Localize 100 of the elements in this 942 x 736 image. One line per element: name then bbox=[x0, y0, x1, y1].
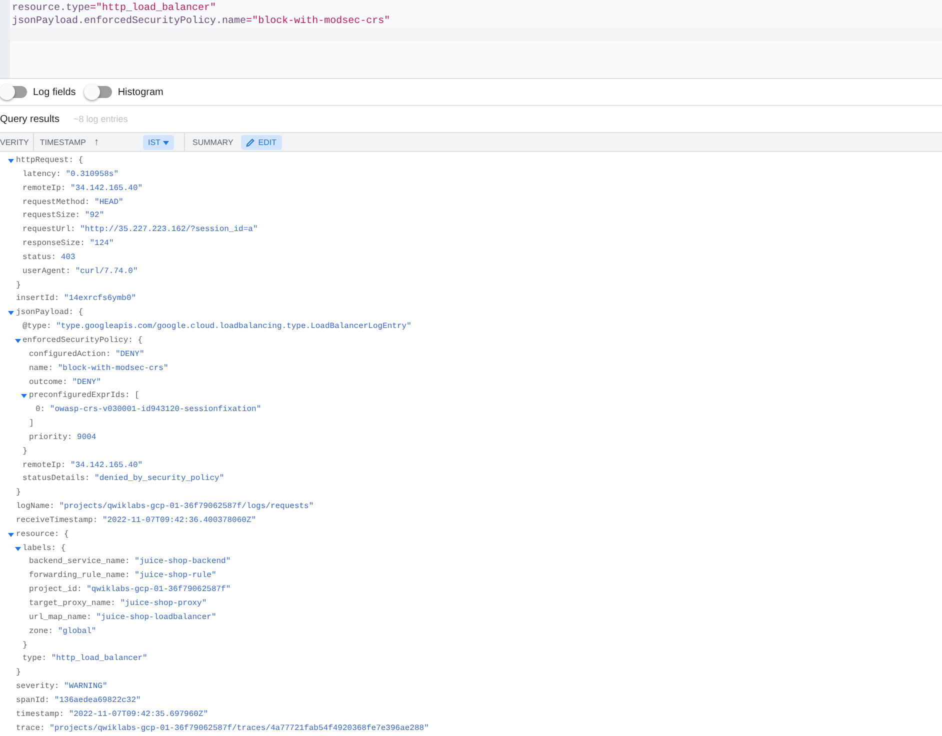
field-key: responseSize: bbox=[22, 237, 85, 251]
results-title: Query results bbox=[0, 114, 60, 124]
field-value: "projects/qwiklabs-gcp-01-36f79062587f/logs/requests" bbox=[59, 501, 314, 514]
close-bracket: } bbox=[22, 446, 28, 458]
field-value: 403 bbox=[60, 252, 76, 264]
field-value: "http_load_balancer" bbox=[51, 653, 148, 666]
field-key: forwarding_rule_name: bbox=[29, 569, 130, 584]
field-value: "WARNING" bbox=[64, 681, 108, 694]
close-bracket: } bbox=[16, 487, 21, 500]
field-key: zone: bbox=[29, 624, 54, 639]
caret-down-icon[interactable] bbox=[14, 338, 20, 343]
field-value: "HEAD" bbox=[94, 196, 124, 209]
field-value: "juice-shop-proxy" bbox=[120, 598, 207, 610]
field-value: "0.310958s" bbox=[66, 168, 119, 181]
close-bracket: } bbox=[16, 280, 21, 292]
field-key: project_id: bbox=[29, 583, 82, 597]
field-key: latency: bbox=[22, 168, 61, 182]
field-key: timestamp: bbox=[16, 708, 64, 722]
query-field: resource.type bbox=[12, 3, 90, 14]
field-key: severity: bbox=[16, 680, 60, 694]
caret-down-icon bbox=[162, 140, 169, 144]
field-key: insertId: bbox=[16, 292, 60, 306]
field-key: userAgent: bbox=[22, 264, 71, 279]
edit-button[interactable]: EDIT bbox=[241, 134, 282, 150]
entry-count: ~8 log entries bbox=[73, 114, 128, 124]
field-value: "juice-shop-rule" bbox=[134, 570, 216, 582]
toggle-switch[interactable]: Log fields bbox=[1, 86, 76, 98]
field-key: requestMethod: bbox=[22, 196, 90, 210]
field-key: jsonPayload: bbox=[16, 306, 74, 320]
field-value: "juice-shop-backend" bbox=[134, 556, 231, 568]
field-key: type: bbox=[22, 652, 47, 666]
open-bracket: [ bbox=[134, 390, 140, 402]
column-header[interactable]: VERITY bbox=[0, 138, 33, 146]
query-editor[interactable]: resource.type="http_load_balancer" jsonPayload.enforcedSecurityPolicy.name="block-with-modsec-crs" bbox=[0, 0, 942, 79]
field-value: "http://35.227.223.162/?session_id=a" bbox=[80, 224, 258, 236]
field-key: priority: bbox=[29, 430, 72, 445]
field-key: requestSize: bbox=[22, 209, 80, 224]
field-key: name: bbox=[29, 362, 54, 376]
field-key: requestUrl: bbox=[22, 223, 76, 238]
caret-down-icon[interactable] bbox=[8, 532, 14, 537]
open-bracket: { bbox=[60, 542, 66, 555]
open-bracket: { bbox=[78, 155, 84, 167]
field-key: target_proxy_name: bbox=[29, 597, 116, 611]
field-key: configuredAction: bbox=[29, 348, 111, 362]
field-value: "owasp-crs-v030001-id943120-sessionfixation" bbox=[50, 404, 262, 416]
field-key: url_map_name: bbox=[29, 610, 92, 625]
field-value: "global" bbox=[58, 626, 96, 638]
close-bracket: } bbox=[16, 667, 21, 680]
open-bracket: { bbox=[78, 307, 84, 320]
field-key: remoteIp: bbox=[22, 458, 66, 472]
field-key: 0: bbox=[36, 403, 46, 418]
field-key: httpRequest: bbox=[16, 154, 74, 168]
query-operator: = bbox=[90, 3, 96, 14]
field-key: receiveTimestamp: bbox=[16, 514, 98, 528]
field-key: trace: bbox=[16, 722, 45, 736]
field-key: backend_service_name: bbox=[29, 555, 130, 570]
field-key: statusDetails: bbox=[22, 472, 90, 486]
open-bracket: { bbox=[138, 334, 143, 347]
query-value: "http_load_balancer" bbox=[96, 3, 216, 14]
field-value: "DENY" bbox=[72, 376, 102, 388]
field-value: "34.142.165.40" bbox=[70, 460, 143, 472]
column-header[interactable]: TIMESTAMP bbox=[34, 138, 90, 146]
field-value: "block-with-modsec-crs" bbox=[58, 362, 168, 375]
open-bracket: { bbox=[64, 528, 69, 541]
field-value: "projects/qwiklabs-gcp-01-36f79062587f/traces/4a77721fab54f4920368fe7e396ae288" bbox=[50, 722, 429, 735]
field-key: preconfiguredExprIds: bbox=[29, 389, 130, 404]
field-value: "34.142.165.40" bbox=[70, 182, 143, 195]
field-key: enforcedSecurityPolicy: bbox=[22, 334, 133, 348]
close-bracket: ] bbox=[29, 418, 34, 430]
close-bracket: } bbox=[22, 640, 28, 652]
field-value: "2022-11-07T09:42:35.697960Z" bbox=[68, 708, 208, 721]
caret-down-icon[interactable] bbox=[21, 394, 27, 398]
column-header[interactable]: SUMMARY bbox=[184, 138, 238, 146]
field-value: "124" bbox=[90, 238, 114, 250]
field-value: "92" bbox=[84, 210, 104, 222]
caret-down-icon[interactable] bbox=[14, 546, 20, 551]
field-key: status: bbox=[22, 250, 56, 265]
pencil-icon bbox=[246, 138, 256, 146]
query-field: jsonPayload.enforcedSecurityPolicy.name bbox=[12, 16, 246, 27]
sort-arrow[interactable]: ↑ bbox=[90, 136, 103, 148]
field-key: spanId: bbox=[16, 694, 50, 708]
field-key: remoteIp: bbox=[22, 182, 66, 196]
query-operator: = bbox=[246, 16, 252, 27]
field-value: "juice-shop-loadbalancer" bbox=[96, 612, 216, 624]
field-value: "type.googleapis.com/google.cloud.loadbalancing.type.LoadBalancerLogEntry" bbox=[56, 321, 412, 334]
field-value: "2022-11-07T09:42:36.400378060Z" bbox=[102, 514, 256, 527]
caret-down-icon[interactable] bbox=[8, 158, 14, 163]
field-value: "denied_by_security_policy" bbox=[94, 473, 224, 486]
field-key: logName: bbox=[16, 500, 54, 514]
field-key: labels: bbox=[22, 542, 56, 556]
field-value: "14exrcfs6ymb0" bbox=[64, 293, 136, 306]
query-value: "block-with-modsec-crs" bbox=[252, 16, 390, 27]
field-key: outcome: bbox=[29, 376, 68, 390]
field-value: "curl/7.74.0" bbox=[75, 266, 138, 278]
timezone-dropdown[interactable]: IST bbox=[142, 134, 174, 150]
toggle-switch[interactable]: Histogram bbox=[86, 86, 164, 98]
field-key: @type: bbox=[22, 320, 52, 334]
field-value: "DENY" bbox=[115, 348, 144, 361]
field-key: resource: bbox=[16, 528, 60, 542]
caret-down-icon[interactable] bbox=[8, 311, 14, 316]
